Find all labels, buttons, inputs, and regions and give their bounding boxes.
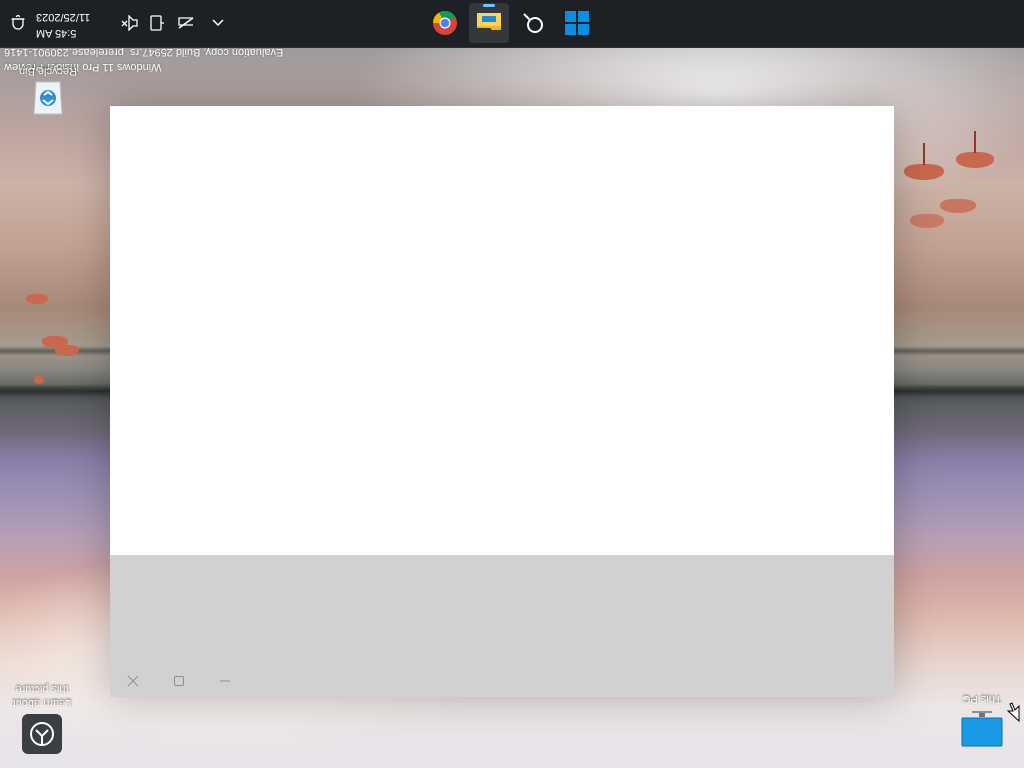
desktop-icon-label: Recycle Bin — [18, 65, 78, 77]
tray-device-button[interactable] — [146, 11, 166, 35]
maximize-button[interactable] — [156, 665, 202, 697]
wallpaper-flamingo — [26, 294, 48, 304]
desktop-icon-learn-picture[interactable]: Learn about this picture — [4, 682, 80, 754]
desktop-icon-label: Learn about this picture — [12, 683, 72, 709]
chevron-up-icon — [212, 19, 224, 27]
minimize-icon — [220, 680, 230, 682]
app-window[interactable] — [110, 106, 894, 697]
close-button[interactable] — [110, 665, 156, 697]
clock-date: 11/25/2023 — [36, 11, 91, 23]
wallpaper-flamingo — [904, 164, 944, 180]
search-icon — [523, 13, 543, 33]
wallpaper-flamingo-leg — [974, 131, 976, 153]
folder-icon — [477, 13, 501, 30]
notification-button[interactable] — [6, 11, 30, 35]
wallpaper-flamingo-leg — [923, 143, 925, 165]
volume-muted-icon — [121, 15, 138, 31]
start-button[interactable] — [557, 3, 597, 43]
clock-time: 5:45 AM — [36, 27, 77, 39]
minimize-button[interactable] — [202, 665, 248, 697]
maximize-icon — [174, 676, 184, 686]
wallpaper-flamingo — [910, 214, 944, 228]
this-pc-icon — [961, 708, 1003, 750]
taskbar-chrome[interactable] — [425, 3, 465, 43]
windows-logo-icon — [565, 11, 589, 35]
device-icon — [150, 15, 164, 31]
wallpaper-flamingo — [42, 336, 68, 348]
window-titlebar[interactable] — [110, 555, 894, 697]
mouse-cursor-icon — [1006, 698, 1020, 723]
taskbar-search-button[interactable] — [513, 3, 553, 43]
wallpaper-flamingo — [956, 152, 994, 168]
taskbar: 5:45 AM 11/25/2023 — [0, 0, 1024, 48]
tray-volume-button[interactable] — [120, 11, 140, 35]
window-content[interactable] — [110, 106, 894, 555]
taskbar-file-explorer[interactable] — [469, 3, 509, 43]
desktop-icon-recycle-bin[interactable]: Recycle Bin — [10, 64, 86, 118]
active-app-indicator — [483, 4, 495, 7]
tray-network-button[interactable] — [174, 11, 198, 35]
learn-picture-icon — [22, 714, 62, 754]
close-icon — [127, 675, 139, 687]
bell-icon — [11, 15, 25, 30]
chrome-icon — [433, 10, 457, 35]
network-disconnected-icon — [178, 17, 194, 29]
taskbar-clock[interactable]: 5:45 AM 11/25/2023 — [36, 9, 106, 41]
recycle-bin-icon — [30, 80, 66, 118]
wallpaper-flamingo — [940, 199, 976, 213]
desktop-screen: Windows 11 Pro Insider Preview Evaluatio… — [0, 0, 1024, 768]
tray-overflow-button[interactable] — [206, 11, 230, 35]
wallpaper-flamingo — [34, 376, 44, 384]
